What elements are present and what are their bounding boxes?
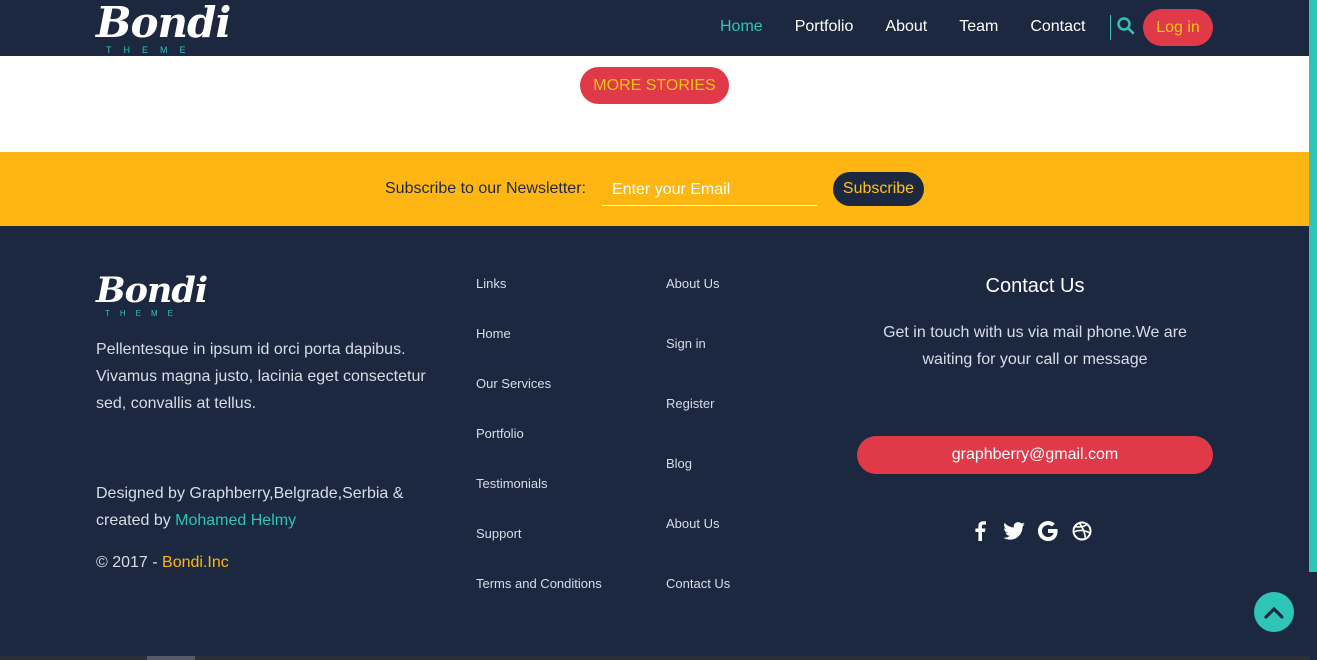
nav-link-about[interactable]: About xyxy=(885,18,927,36)
footer-link-home[interactable]: Home xyxy=(476,326,602,376)
navbar: Bondi THEME Home Portfolio About Team Co… xyxy=(0,0,1309,56)
nav-link-home[interactable]: Home xyxy=(720,18,763,36)
brand-logo[interactable]: Bondi THEME xyxy=(96,0,231,56)
vertical-scrollbar[interactable] xyxy=(1309,0,1317,660)
horizontal-scrollbar-thumb[interactable] xyxy=(147,656,195,660)
nav-link-portfolio[interactable]: Portfolio xyxy=(795,18,854,36)
footer-link-support[interactable]: Support xyxy=(476,526,602,576)
footer-description: Pellentesque in ipsum id orci porta dapi… xyxy=(96,341,426,412)
google-icon[interactable] xyxy=(1037,520,1059,542)
footer-link-contact-us[interactable]: Contact Us xyxy=(666,576,730,636)
contact-title: Contact Us xyxy=(985,275,1085,297)
stories-section: MORE STORIES xyxy=(0,56,1309,152)
footer-link-register[interactable]: Register xyxy=(666,396,730,456)
search-icon[interactable] xyxy=(1117,17,1137,37)
social-links xyxy=(969,520,1105,542)
newsletter-bar: Subscribe to our Newsletter: Subscribe xyxy=(0,152,1309,226)
footer-links-heading: Links xyxy=(476,276,507,291)
footer-link-testimonials[interactable]: Testimonials xyxy=(476,476,602,526)
footer-logo[interactable]: Bondi THEME xyxy=(96,270,208,320)
footer-logo-wordmark: Bondi xyxy=(96,270,208,311)
nav-divider xyxy=(1110,15,1111,40)
more-stories-button[interactable]: MORE STORIES xyxy=(580,67,729,104)
footer-link-portfolio[interactable]: Portfolio xyxy=(476,426,602,476)
footer: Bondi THEME Pellentesque in ipsum id orc… xyxy=(0,226,1309,656)
contact-text: Get in touch with us via mail phone.We a… xyxy=(883,324,1187,368)
login-button[interactable]: Log in xyxy=(1143,9,1213,46)
footer-link-about-us-2[interactable]: About Us xyxy=(666,516,730,576)
dribbble-icon[interactable] xyxy=(1071,520,1093,542)
author-link[interactable]: Mohamed Helmy xyxy=(175,512,296,529)
footer-link-about-us[interactable]: About Us xyxy=(666,276,730,336)
footer-link-blog[interactable]: Blog xyxy=(666,456,730,516)
back-to-top-button[interactable] xyxy=(1254,592,1294,632)
newsletter-label: Subscribe to our Newsletter: xyxy=(385,180,586,197)
email-button[interactable]: graphberry@gmail.com xyxy=(857,436,1213,474)
nav-links: Home Portfolio About Team Contact xyxy=(720,18,1117,36)
nav-link-team[interactable]: Team xyxy=(959,18,998,36)
footer-logo-subtitle: THEME xyxy=(105,309,183,318)
footer-link-our-services[interactable]: Our Services xyxy=(476,376,602,426)
subscribe-button[interactable]: Subscribe xyxy=(833,172,924,206)
footer-credit: Designed by Graphberry,Belgrade,Serbia &… xyxy=(96,480,436,534)
scrollbar-thumb[interactable] xyxy=(1309,0,1317,572)
chevron-up-icon xyxy=(1264,606,1284,619)
copyright-text: © 2017 - xyxy=(96,554,163,571)
footer-link-sign-in[interactable]: Sign in xyxy=(666,336,730,396)
copyright: © 2017 - Bondi.Inc xyxy=(96,554,229,572)
logo-wordmark: Bondi xyxy=(96,0,231,47)
brand-link[interactable]: Bondi.Inc xyxy=(162,554,229,571)
newsletter-email-input[interactable] xyxy=(602,174,817,206)
footer-links-column-1: Links Home Our Services Portfolio Testim… xyxy=(476,276,602,626)
logo-subtitle: THEME xyxy=(106,45,198,55)
footer-link-terms[interactable]: Terms and Conditions xyxy=(476,576,602,626)
facebook-icon[interactable] xyxy=(969,520,991,542)
twitter-icon[interactable] xyxy=(1003,520,1025,542)
nav-link-contact[interactable]: Contact xyxy=(1030,18,1085,36)
horizontal-scrollbar[interactable] xyxy=(0,656,1310,660)
footer-links-column-2: About Us Sign in Register Blog About Us … xyxy=(666,276,730,636)
